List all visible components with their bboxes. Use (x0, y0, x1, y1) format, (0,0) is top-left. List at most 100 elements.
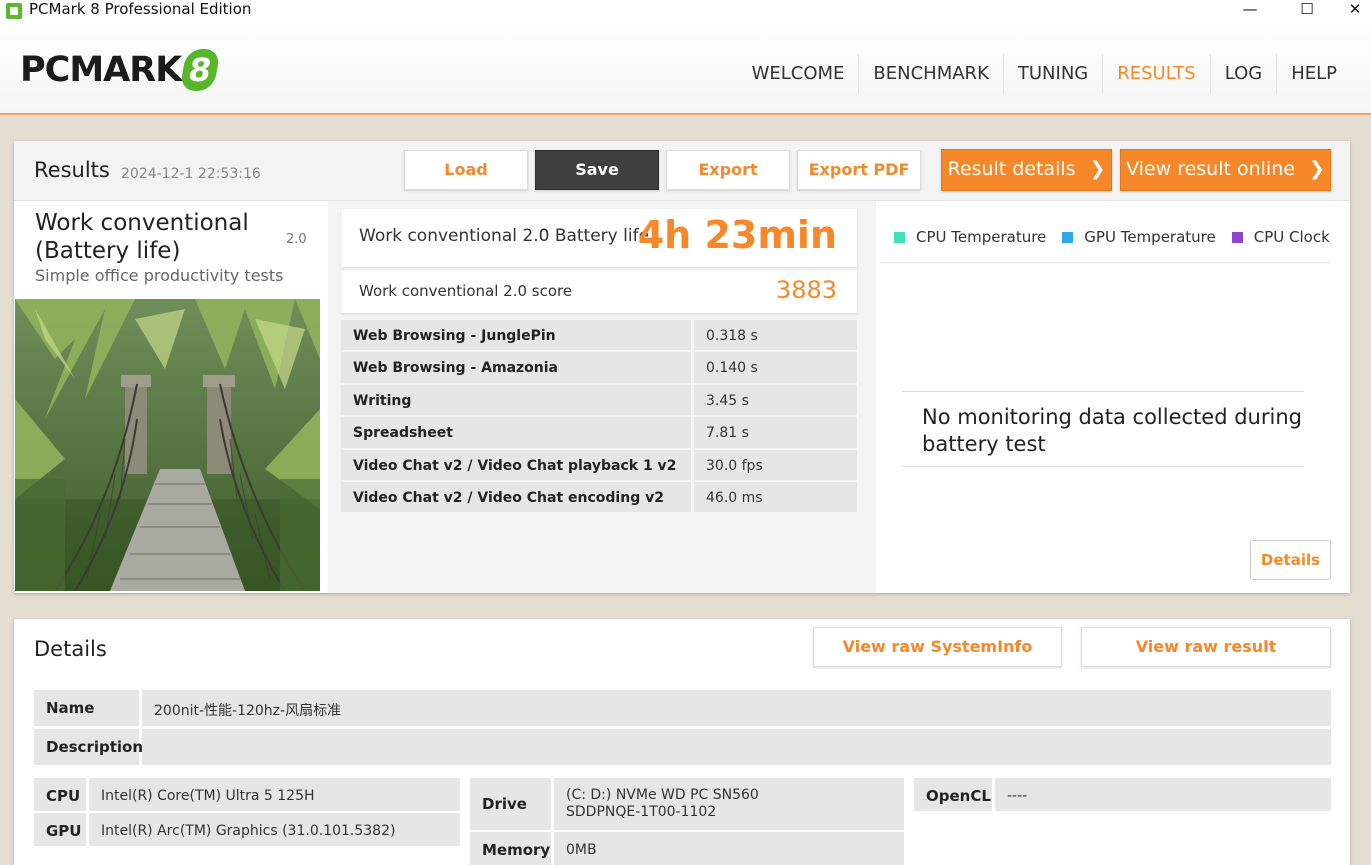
nav-benchmark[interactable]: BENCHMARK (858, 54, 1002, 94)
legend-swatch (894, 231, 905, 243)
window-titlebar: PCMark 8 Professional Edition — ☐ ✕ (0, 0, 1371, 22)
opencl-value: ---- (995, 778, 1331, 811)
no-monitoring-data-message: No monitoring data collected during batt… (902, 391, 1304, 467)
monitoring-details-button[interactable]: Details (1250, 540, 1331, 580)
logo-text: PCMARK (20, 50, 182, 90)
results-header: Results 2024-12-1 22:53:16 Load Save Exp… (14, 141, 1350, 201)
detail-row-opencl: OpenCL ---- (914, 778, 1331, 811)
test-description: Simple office productivity tests (35, 266, 284, 285)
table-row: Web Browsing - Amazonia 0.140 s (341, 352, 857, 384)
drive-value: (C: D:) NVMe WD PC SN560 SDDPNQE-1T00-11… (554, 778, 904, 830)
legend-item[interactable]: CPU Temperature (894, 228, 1046, 246)
logo-eight-mark: 8 (179, 49, 222, 91)
legend-label: GPU Temperature (1084, 228, 1216, 246)
pcmark-logo: PCMARK 8 (20, 49, 222, 91)
nav-results[interactable]: RESULTS (1102, 54, 1209, 94)
detail-row-name: Name 200nit-性能-120hz-风扇标准 (34, 690, 1331, 726)
subtest-name: Web Browsing - JunglePin (341, 320, 691, 351)
gpu-value: Intel(R) Arc(TM) Graphics (31.0.101.5382… (89, 813, 460, 846)
subtest-name: Video Chat v2 / Video Chat encoding v2 (341, 481, 691, 513)
result-details-button[interactable]: Result details ❯ (941, 149, 1112, 191)
maximize-button[interactable]: ☐ (1287, 0, 1327, 20)
pcmark-app-icon (6, 3, 22, 19)
subtest-value: 30.0 fps (694, 449, 857, 480)
subtest-name: Web Browsing - Amazonia (341, 352, 691, 383)
detail-row-description: Description (34, 729, 1331, 765)
scores-column: Work conventional 2.0 Battery life 4h 23… (328, 201, 876, 593)
view-raw-systeminfo-button[interactable]: View raw SystemInfo (813, 627, 1062, 667)
subtest-value: 0.318 s (694, 320, 857, 351)
description-value (142, 729, 1331, 765)
battery-life-value: 4h 23min (637, 213, 837, 257)
test-name: Work conventional (Battery life) (35, 210, 249, 264)
detail-row-cpu: CPU Intel(R) Core(TM) Ultra 5 125H (34, 778, 460, 811)
score-value: 3883 (775, 276, 837, 304)
detail-row-memory: Memory 0MB (470, 832, 904, 865)
view-result-online-button[interactable]: View result online ❯ (1120, 149, 1331, 191)
nav-tuning[interactable]: TUNING (1002, 54, 1102, 94)
monitoring-legend: CPU Temperature GPU Temperature CPU Cloc… (894, 228, 1346, 246)
export-pdf-button[interactable]: Export PDF (797, 150, 921, 190)
subtest-value: 7.81 s (694, 417, 857, 448)
drive-value-line: (C: D:) NVMe WD PC SN560 (566, 787, 759, 803)
test-illustration-image (15, 299, 320, 591)
monitoring-column: CPU Temperature GPU Temperature CPU Cloc… (880, 201, 1350, 593)
table-row: Web Browsing - JunglePin 0.318 s (341, 320, 857, 352)
name-label: Name (34, 690, 139, 726)
description-label: Description (34, 729, 143, 765)
score-label: Work conventional 2.0 score (359, 282, 573, 300)
results-title: Results (34, 158, 110, 182)
divider (880, 262, 1330, 263)
detail-row-drive: Drive (C: D:) NVMe WD PC SN560 SDDPNQE-1… (470, 778, 904, 830)
memory-label: Memory (470, 832, 551, 865)
test-info-column: Work conventional (Battery life) 2.0 Sim… (14, 201, 320, 593)
nav-welcome[interactable]: WELCOME (738, 54, 859, 94)
main-nav: WELCOME BENCHMARK TUNING RESULTS LOG HEL… (738, 54, 1351, 94)
subtest-table: Web Browsing - JunglePin 0.318 s Web Bro… (341, 320, 857, 514)
subtest-value: 3.45 s (694, 384, 857, 416)
memory-value: 0MB (554, 832, 904, 865)
cpu-label: CPU (34, 778, 86, 811)
table-row: Writing 3.45 s (341, 384, 857, 417)
score-card: Work conventional 2.0 score 3883 (341, 271, 857, 313)
results-panel: Results 2024-12-1 22:53:16 Load Save Exp… (14, 141, 1350, 593)
export-button[interactable]: Export (666, 150, 790, 190)
table-row: Spreadsheet 7.81 s (341, 417, 857, 449)
chevron-right-icon: ❯ (1309, 158, 1325, 180)
details-panel: Details View raw SystemInfo View raw res… (14, 619, 1350, 865)
drive-label: Drive (470, 778, 551, 830)
table-row: Video Chat v2 / Video Chat encoding v2 4… (341, 481, 857, 514)
minimize-button[interactable]: — (1230, 0, 1270, 20)
legend-item[interactable]: CPU Clock (1231, 228, 1330, 246)
nav-log[interactable]: LOG (1209, 54, 1277, 94)
subtest-name: Writing (341, 384, 691, 416)
name-value: 200nit-性能-120hz-风扇标准 (142, 690, 1331, 726)
legend-swatch (1231, 231, 1243, 243)
close-button[interactable]: ✕ (1335, 0, 1371, 20)
test-version: 2.0 (286, 232, 307, 247)
battery-life-card: Work conventional 2.0 Battery life 4h 23… (341, 209, 857, 267)
results-date: 2024-12-1 22:53:16 (121, 166, 261, 182)
details-title: Details (34, 637, 107, 661)
load-button[interactable]: Load (404, 150, 528, 190)
detail-row-gpu: GPU Intel(R) Arc(TM) Graphics (31.0.101.… (34, 813, 460, 846)
view-online-label: View result online (1126, 158, 1295, 180)
subtest-name: Spreadsheet (341, 417, 691, 448)
window-title: PCMark 8 Professional Edition (29, 0, 252, 18)
legend-label: CPU Clock (1253, 228, 1330, 246)
view-raw-result-button[interactable]: View raw result (1081, 627, 1331, 667)
table-row: Video Chat v2 / Video Chat playback 1 v2… (341, 449, 857, 482)
chevron-right-icon: ❯ (1089, 158, 1106, 180)
legend-label: CPU Temperature (916, 228, 1047, 246)
legend-item[interactable]: GPU Temperature (1062, 228, 1216, 246)
gpu-label: GPU (34, 813, 86, 846)
cpu-value: Intel(R) Core(TM) Ultra 5 125H (89, 778, 460, 811)
result-details-label: Result details (947, 158, 1076, 180)
app-header: PCMARK 8 WELCOME BENCHMARK TUNING RESULT… (0, 22, 1371, 115)
nav-help[interactable]: HELP (1276, 54, 1351, 94)
save-button[interactable]: Save (535, 150, 659, 190)
drive-value-line: SDDPNQE-1T00-1102 (566, 804, 717, 820)
battery-life-label: Work conventional 2.0 Battery life (359, 226, 650, 246)
subtest-name: Video Chat v2 / Video Chat playback 1 v2 (341, 449, 691, 480)
subtest-value: 46.0 ms (694, 481, 857, 513)
